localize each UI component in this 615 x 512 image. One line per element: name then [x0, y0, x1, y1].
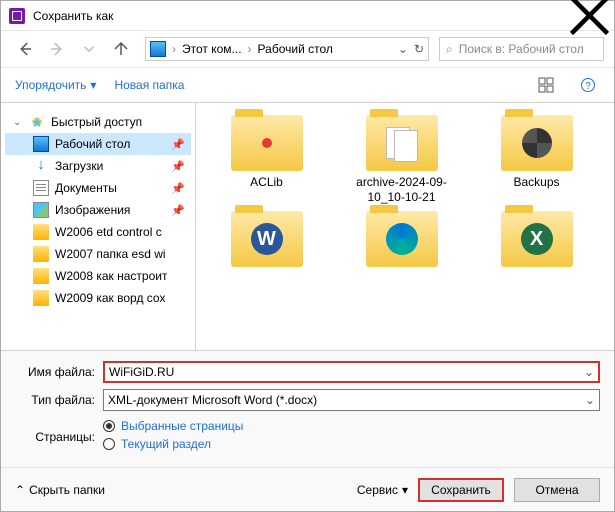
tree-pictures[interactable]: Изображения 📌	[5, 199, 191, 221]
folder-item[interactable]: X	[474, 211, 599, 271]
refresh-icon[interactable]: ↻	[414, 42, 424, 56]
tree-downloads[interactable]: Загрузки 📌	[5, 155, 191, 177]
hide-folders-button[interactable]: ⌃ Скрыть папки	[15, 483, 105, 497]
search-input[interactable]: ⌕ Поиск в: Рабочий стол	[439, 37, 604, 61]
cancel-button[interactable]: Отмена	[514, 478, 600, 502]
nav-bar: › Этот ком... › Рабочий стол ⌄ ↻ ⌕ Поиск…	[1, 31, 614, 67]
download-icon	[33, 158, 49, 174]
folder-icon	[33, 290, 49, 306]
tree-desktop[interactable]: Рабочий стол 📌	[5, 133, 191, 155]
tree-quick-access[interactable]: ⌄ Быстрый доступ	[5, 111, 191, 133]
back-button[interactable]	[11, 35, 39, 63]
folder-item[interactable]	[339, 211, 464, 271]
pin-icon: 📌	[171, 204, 185, 217]
save-as-dialog: Сохранить как › Этот ком... › Рабочий ст…	[0, 0, 615, 512]
picture-icon	[33, 202, 49, 218]
folder-icon	[501, 115, 573, 171]
tree-folder[interactable]: W2006 etd control c	[5, 221, 191, 243]
toolbar: Упорядочить▾ Новая папка ?	[1, 67, 614, 103]
folder-icon: X	[501, 211, 573, 267]
radio-current-section[interactable]: Текущий раздел	[103, 437, 600, 451]
filename-input[interactable]: WiFiGiD.RU ⌄	[103, 361, 600, 383]
address-bar[interactable]: › Этот ком... › Рабочий стол ⌄ ↻	[145, 37, 429, 61]
save-button[interactable]: Сохранить	[418, 478, 504, 502]
radio-icon	[103, 438, 115, 450]
folder-icon	[366, 115, 438, 171]
folder-item[interactable]: Backups	[474, 115, 599, 205]
folder-icon	[33, 246, 49, 262]
arrow-up-icon	[112, 40, 130, 58]
pin-icon: 📌	[171, 182, 185, 195]
chevron-down-icon: ▾	[402, 483, 408, 497]
filetype-select[interactable]: XML-документ Microsoft Word (*.docx) ⌄	[103, 389, 600, 411]
organize-button[interactable]: Упорядочить▾	[15, 78, 96, 92]
folder-item[interactable]: ACLib	[204, 115, 329, 205]
folder-icon	[33, 224, 49, 240]
filetype-label: Тип файла:	[15, 393, 103, 407]
folder-item[interactable]: W	[204, 211, 329, 271]
folder-icon	[231, 115, 303, 171]
filename-label: Имя файла:	[15, 365, 103, 379]
tree-folder[interactable]: W2007 папка esd wi	[5, 243, 191, 265]
footer: ⌃ Скрыть папки Сервис ▾ Сохранить Отмена	[1, 467, 614, 511]
chevron-down-icon: ▾	[90, 78, 96, 92]
pin-icon: 📌	[171, 138, 185, 151]
chevron-down-icon[interactable]: ⌄	[398, 42, 408, 56]
tree-folder[interactable]: W2008 как настроит	[5, 265, 191, 287]
chevron-up-icon: ⌃	[15, 483, 25, 497]
folder-icon	[33, 268, 49, 284]
new-folder-button[interactable]: Новая папка	[114, 78, 184, 92]
breadcrumb-sep: ›	[172, 42, 176, 56]
pc-icon	[150, 41, 166, 57]
search-placeholder: Поиск в: Рабочий стол	[459, 42, 584, 56]
tree-documents[interactable]: Документы 📌	[5, 177, 191, 199]
folder-icon	[366, 211, 438, 267]
collapse-icon[interactable]: ⌄	[13, 117, 23, 128]
dialog-title: Сохранить как	[33, 9, 113, 23]
file-area[interactable]: ACLib archive-2024-09-10_10-10-21 Backup…	[196, 103, 614, 350]
tree-folder[interactable]: W2009 как ворд сох	[5, 287, 191, 309]
service-button[interactable]: Сервис ▾	[357, 483, 408, 497]
nav-tree[interactable]: ⌄ Быстрый доступ Рабочий стол 📌 Загрузки…	[1, 103, 196, 350]
radio-icon	[103, 420, 115, 432]
arrow-left-icon	[16, 40, 34, 58]
arrow-right-icon	[48, 40, 66, 58]
recent-dropdown[interactable]	[75, 35, 103, 63]
titlebar: Сохранить как	[1, 1, 614, 31]
chevron-down-icon[interactable]: ⌄	[584, 365, 594, 379]
search-icon: ⌕	[446, 42, 453, 57]
view-icon	[538, 77, 554, 93]
forward-button[interactable]	[43, 35, 71, 63]
folder-icon: W	[231, 211, 303, 267]
desktop-icon	[33, 136, 49, 152]
file-grid: ACLib archive-2024-09-10_10-10-21 Backup…	[204, 115, 606, 271]
breadcrumb-current[interactable]: Рабочий стол	[258, 42, 333, 56]
help-button[interactable]: ?	[576, 73, 600, 97]
up-button[interactable]	[107, 35, 135, 63]
help-icon: ?	[580, 77, 596, 93]
content-area: ⌄ Быстрый доступ Рабочий стол 📌 Загрузки…	[1, 103, 614, 350]
app-icon	[9, 8, 25, 24]
form-area: Имя файла: WiFiGiD.RU ⌄ Тип файла: XML-д…	[1, 350, 614, 467]
document-icon	[33, 180, 49, 196]
chevron-down-icon	[80, 40, 98, 58]
close-button[interactable]	[567, 1, 612, 31]
view-button[interactable]	[534, 73, 558, 97]
folder-item[interactable]: archive-2024-09-10_10-10-21	[339, 115, 464, 205]
chevron-down-icon[interactable]: ⌄	[585, 393, 595, 407]
radio-selected-pages[interactable]: Выбранные страницы	[103, 419, 600, 433]
pin-icon: 📌	[171, 160, 185, 173]
pages-label: Страницы:	[15, 430, 103, 444]
svg-text:?: ?	[585, 81, 591, 92]
breadcrumb-root[interactable]: Этот ком...	[182, 42, 242, 56]
star-icon	[29, 114, 45, 130]
